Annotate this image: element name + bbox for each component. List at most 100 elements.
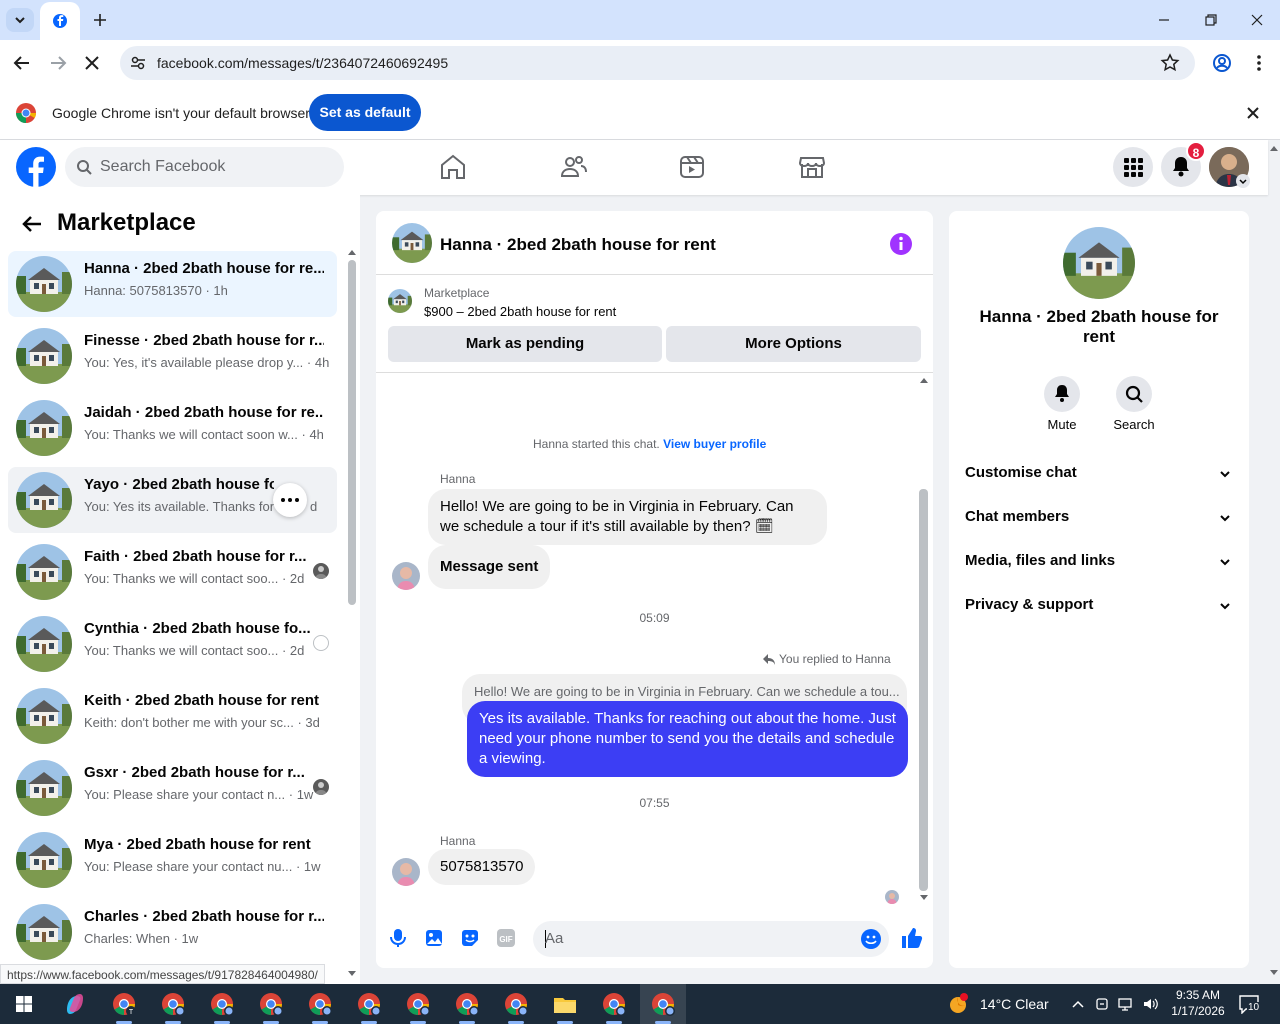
conversation-item[interactable]: Keith · 2bed 2bath house for rent Keith: … bbox=[8, 683, 337, 749]
search-in-chat-button[interactable] bbox=[1116, 376, 1152, 412]
mute-button[interactable] bbox=[1044, 376, 1080, 412]
weather-text[interactable]: 14°C Clear bbox=[980, 996, 1049, 1012]
conversation-item[interactable]: Mya · 2bed 2bath house for rent You: Plea… bbox=[8, 827, 337, 893]
sender-avatar[interactable] bbox=[392, 562, 420, 590]
conversation-item[interactable]: Yayo · 2bed 2bath house for r You: Yes it… bbox=[8, 467, 337, 533]
close-window-button[interactable] bbox=[1245, 8, 1269, 32]
conversation-item[interactable]: Charles · 2bed 2bath house for r... Charl… bbox=[8, 899, 337, 965]
new-tab-button[interactable] bbox=[88, 8, 112, 32]
mark-pending-button[interactable]: Mark as pending bbox=[388, 326, 662, 362]
chrome-taskbar-icon[interactable] bbox=[453, 990, 481, 1018]
network-icon[interactable] bbox=[1117, 996, 1135, 1012]
back-icon[interactable] bbox=[10, 51, 34, 75]
sticker-icon[interactable] bbox=[460, 928, 480, 948]
weather-icon[interactable] bbox=[946, 992, 970, 1016]
scrollbar[interactable] bbox=[348, 260, 356, 605]
address-bar[interactable]: facebook.com/messages/t/2364072460692495 bbox=[120, 46, 1195, 80]
chrome-taskbar-icon[interactable] bbox=[355, 990, 383, 1018]
windows-start-icon[interactable] bbox=[10, 990, 38, 1018]
outgoing-message[interactable]: Yes its available. Thanks for reaching o… bbox=[467, 701, 908, 777]
chrome-taskbar-icon[interactable]: T bbox=[110, 990, 138, 1018]
scroll-up-icon[interactable] bbox=[918, 375, 930, 385]
emoji-icon[interactable] bbox=[860, 928, 882, 950]
chrome-taskbar-icon[interactable] bbox=[649, 990, 677, 1018]
listing-title[interactable]: $900 – 2bed 2bath house for rent bbox=[424, 304, 616, 319]
site-settings-icon[interactable] bbox=[128, 53, 148, 73]
search-icon bbox=[1125, 385, 1143, 403]
chat-avatar[interactable] bbox=[392, 223, 432, 263]
chrome-menu-icon[interactable] bbox=[1247, 51, 1271, 75]
scroll-down-icon[interactable] bbox=[346, 969, 358, 979]
stop-loading-icon[interactable] bbox=[80, 51, 104, 75]
chrome-taskbar-icon[interactable] bbox=[404, 990, 432, 1018]
set-default-button[interactable]: Set as default bbox=[309, 94, 421, 131]
conversation-avatar bbox=[16, 400, 72, 456]
chrome-taskbar-icon[interactable] bbox=[502, 990, 530, 1018]
chat-title[interactable]: Hanna · 2bed 2bath house for rent bbox=[440, 235, 716, 255]
scroll-down-icon[interactable] bbox=[918, 893, 930, 903]
page-scroll-down-icon[interactable] bbox=[1268, 968, 1280, 978]
listing-thumbnail[interactable] bbox=[388, 289, 412, 313]
clock[interactable]: 9:35 AM 1/17/2026 bbox=[1170, 987, 1226, 1019]
details-section-row[interactable]: Media, files and links bbox=[949, 552, 1249, 582]
default-browser-infobar: Google Chrome isn't your default browser… bbox=[0, 86, 1280, 140]
video-icon[interactable] bbox=[677, 152, 707, 182]
info-icon[interactable] bbox=[889, 232, 913, 256]
tab-search-button[interactable] bbox=[6, 8, 34, 32]
home-icon[interactable] bbox=[438, 152, 468, 182]
conversation-item[interactable]: Hanna · 2bed 2bath house for re... Hanna:… bbox=[8, 251, 337, 317]
incoming-message[interactable]: Message sent bbox=[428, 545, 551, 589]
chrome-taskbar-icon[interactable] bbox=[600, 990, 628, 1018]
chevron-up-icon[interactable] bbox=[1070, 996, 1086, 1012]
volume-icon[interactable] bbox=[1142, 996, 1160, 1012]
bookmark-star-icon[interactable] bbox=[1160, 53, 1180, 73]
search-bar[interactable]: Search Facebook bbox=[65, 147, 344, 187]
file-explorer-icon[interactable] bbox=[551, 990, 579, 1018]
conversation-item[interactable]: Finesse · 2bed 2bath house for r... You: … bbox=[8, 323, 337, 389]
close-icon[interactable] bbox=[1244, 104, 1262, 122]
details-section-row[interactable]: Customise chat bbox=[949, 464, 1249, 494]
browser-tab[interactable] bbox=[40, 2, 80, 40]
conversation-item[interactable]: Faith · 2bed 2bath house for r... You: Th… bbox=[8, 539, 337, 605]
message-input[interactable]: Aa bbox=[533, 921, 889, 957]
friends-icon[interactable] bbox=[558, 152, 588, 182]
sender-avatar[interactable] bbox=[392, 858, 420, 886]
meet-now-icon[interactable] bbox=[1094, 996, 1110, 1012]
mute-label: Mute bbox=[1047, 417, 1077, 432]
page-scroll-up-icon[interactable] bbox=[1268, 143, 1280, 153]
scroll-up-icon[interactable] bbox=[346, 247, 358, 257]
back-arrow-icon[interactable] bbox=[20, 212, 44, 236]
incoming-message[interactable]: 5075813570 bbox=[428, 849, 536, 885]
gif-icon[interactable]: GIF bbox=[496, 928, 516, 948]
more-options-button[interactable]: More Options bbox=[666, 326, 921, 362]
marketplace-icon[interactable] bbox=[797, 152, 827, 182]
incoming-message[interactable]: Hello! We are going to be in Virginia in… bbox=[428, 489, 827, 545]
restore-button[interactable] bbox=[1198, 8, 1222, 32]
account-chevron-icon[interactable] bbox=[1236, 174, 1250, 188]
conversation-item[interactable]: Cynthia · 2bed 2bath house fo... You: Tha… bbox=[8, 611, 337, 677]
profile-icon[interactable] bbox=[1210, 51, 1234, 75]
microphone-icon[interactable] bbox=[388, 928, 408, 948]
conversation-item[interactable]: Jaidah · 2bed 2bath house for re... You: … bbox=[8, 395, 337, 461]
search-input[interactable]: Search Facebook bbox=[100, 158, 225, 176]
forward-icon[interactable] bbox=[46, 51, 70, 75]
thumbs-up-icon[interactable] bbox=[899, 926, 923, 950]
chrome-taskbar-icon[interactable] bbox=[159, 990, 187, 1018]
chrome-taskbar-icon[interactable] bbox=[208, 990, 236, 1018]
minimize-button[interactable] bbox=[1152, 8, 1176, 32]
facebook-logo-icon[interactable] bbox=[16, 147, 56, 187]
chrome-taskbar-icon[interactable] bbox=[257, 990, 285, 1018]
conversation-item[interactable]: Gsxr · 2bed 2bath house for r... You: Ple… bbox=[8, 755, 337, 821]
url-text[interactable]: facebook.com/messages/t/2364072460692495 bbox=[157, 55, 448, 71]
details-section-row[interactable]: Privacy & support bbox=[949, 596, 1249, 626]
house-photo bbox=[16, 760, 72, 816]
scrollbar[interactable] bbox=[919, 489, 928, 891]
chrome-taskbar-icon[interactable] bbox=[306, 990, 334, 1018]
copilot-icon[interactable] bbox=[61, 990, 89, 1018]
details-avatar[interactable] bbox=[1063, 227, 1135, 299]
conversation-options-button[interactable] bbox=[273, 483, 307, 517]
photo-icon[interactable] bbox=[424, 928, 444, 948]
menu-button[interactable] bbox=[1113, 147, 1153, 187]
details-section-row[interactable]: Chat members bbox=[949, 508, 1249, 538]
view-buyer-profile-link[interactable]: View buyer profile bbox=[663, 437, 766, 451]
